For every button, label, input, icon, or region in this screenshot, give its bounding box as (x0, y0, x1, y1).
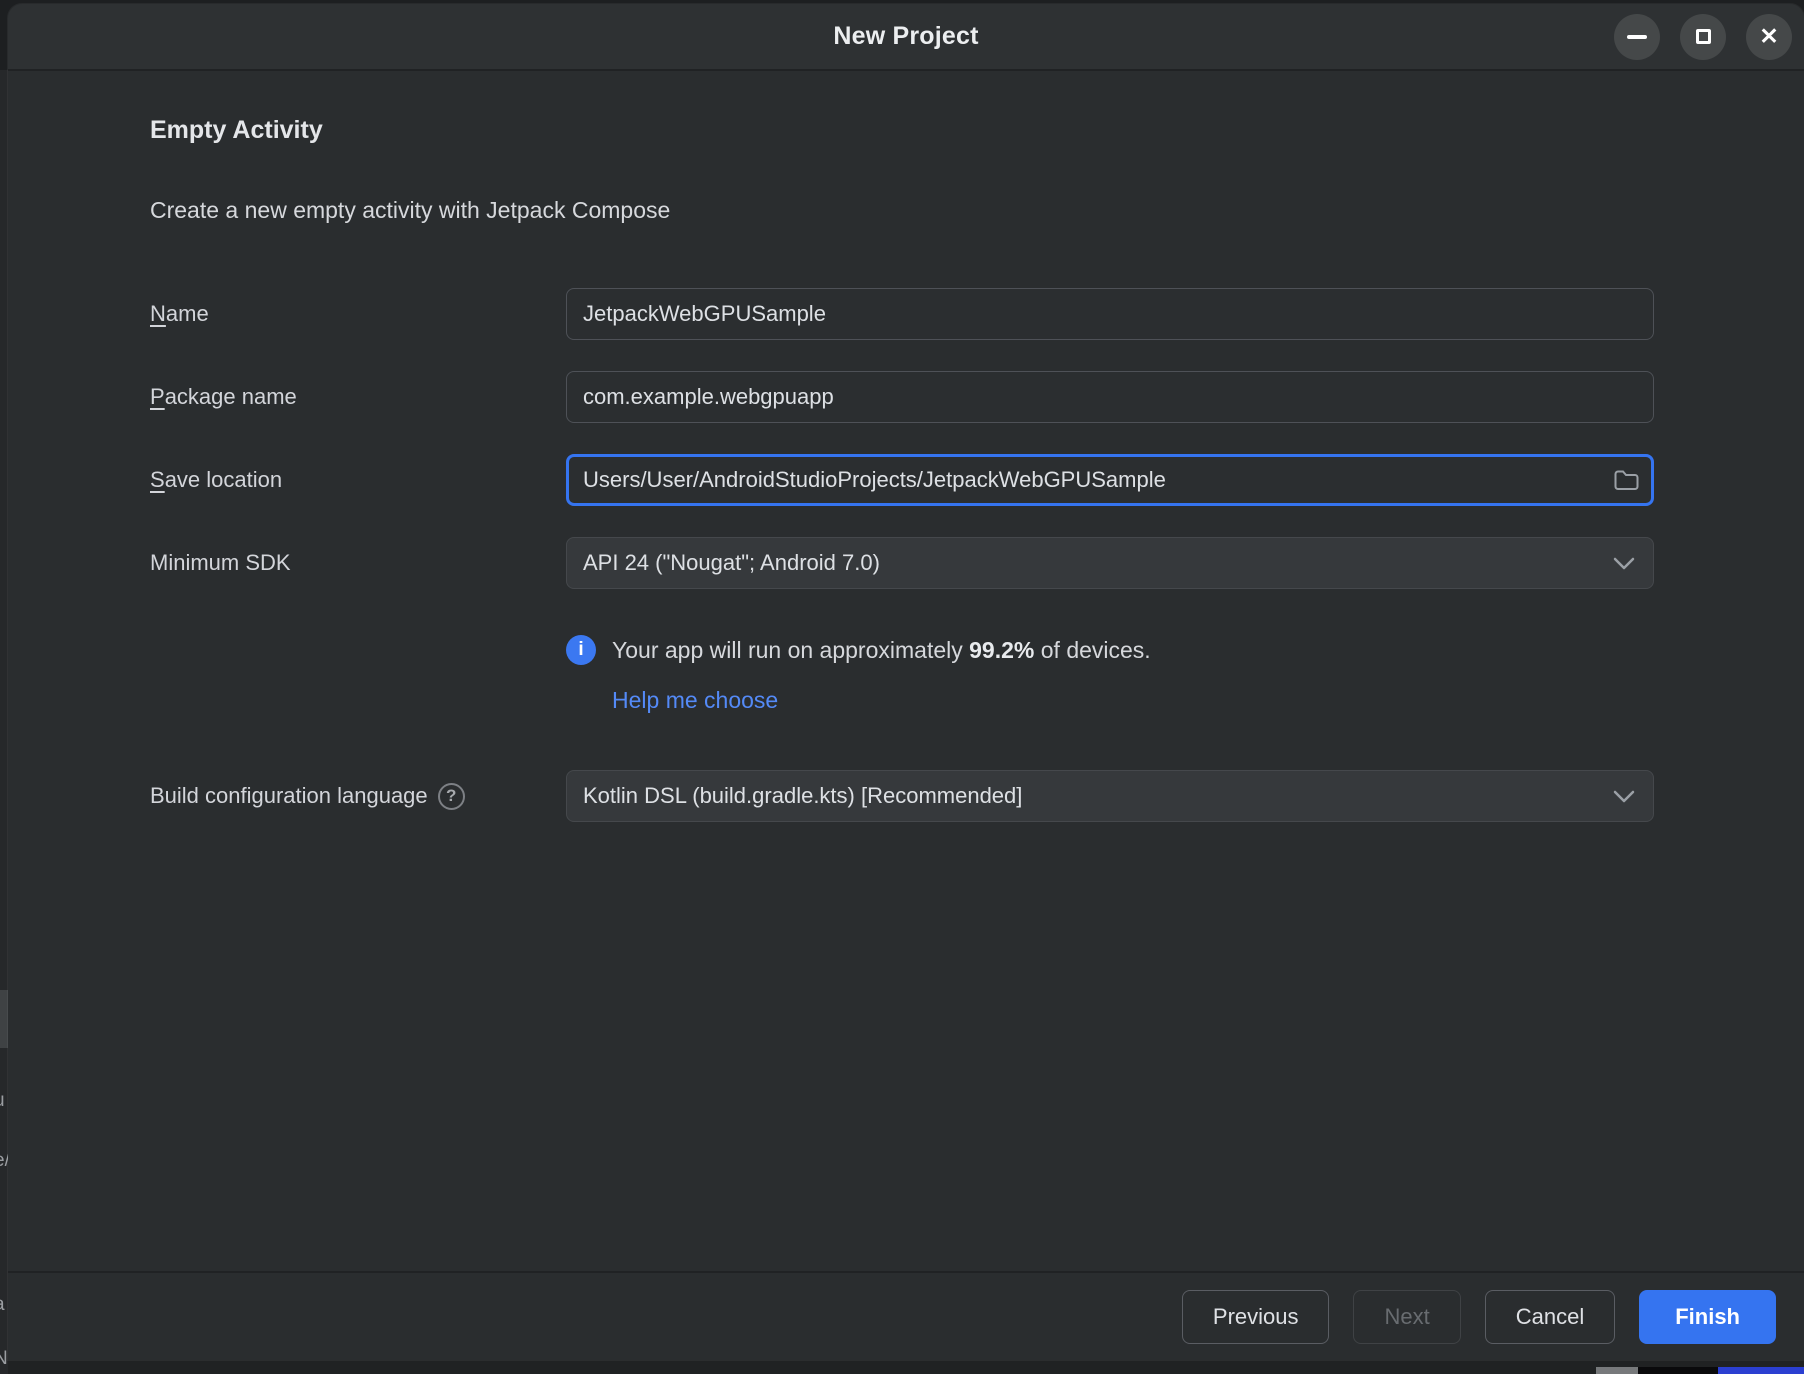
window-controls: ✕ (1614, 14, 1792, 60)
dialog-content: Empty Activity Create a new empty activi… (8, 71, 1804, 1271)
sdk-info-line: i Your app will run on approximately 99.… (566, 635, 1654, 665)
save-label-rest: ave location (165, 467, 282, 492)
background-fragment: u (0, 1090, 5, 1112)
new-project-dialog: New Project ✕ Empty Activity Create a ne… (8, 4, 1804, 1360)
background-fragment: a (0, 1294, 5, 1316)
finish-button[interactable]: Finish (1639, 1290, 1776, 1344)
background-fragment: e/ (0, 1150, 8, 1172)
previous-button[interactable]: Previous (1182, 1290, 1330, 1344)
dialog-footer: Previous Next Cancel Finish (8, 1271, 1804, 1360)
background-fragment (1638, 1367, 1718, 1374)
package-label-mnemonic: P (150, 384, 165, 409)
help-me-choose-link[interactable]: Help me choose (612, 687, 778, 714)
dialog-titlebar[interactable]: New Project ✕ (8, 4, 1804, 71)
background-fragment: N (0, 1348, 8, 1370)
maximize-icon (1696, 29, 1711, 44)
minimize-icon (1627, 35, 1647, 39)
save-location-row: Save location (150, 454, 1654, 506)
info-icon: i (566, 635, 596, 665)
close-button[interactable]: ✕ (1746, 14, 1792, 60)
sdk-info-suffix: of devices. (1034, 637, 1150, 663)
save-location-input[interactable] (566, 454, 1654, 506)
maximize-button[interactable] (1680, 14, 1726, 60)
sdk-info-percent: 99.2% (969, 637, 1034, 663)
dialog-title: New Project (833, 22, 978, 51)
browse-folder-button[interactable] (1613, 469, 1640, 492)
help-icon[interactable]: ? (438, 783, 465, 810)
background-scrollbar-fragment (0, 990, 8, 1048)
minsdk-dropdown[interactable]: API 24 ("Nougat"; Android 7.0) (566, 537, 1654, 589)
build-config-selected-value: Kotlin DSL (build.gradle.kts) [Recommend… (583, 783, 1613, 809)
save-location-label: Save location (150, 467, 566, 493)
package-field-cell (566, 371, 1654, 423)
package-label: Package name (150, 384, 566, 410)
close-icon: ✕ (1759, 25, 1778, 48)
save-location-field-cell (566, 454, 1654, 506)
package-input[interactable] (566, 371, 1654, 423)
minsdk-label: Minimum SDK (150, 550, 566, 576)
background-fragment (1718, 1367, 1804, 1374)
cancel-button[interactable]: Cancel (1485, 1290, 1615, 1344)
page-title: Empty Activity (150, 116, 1654, 145)
minimize-button[interactable] (1614, 14, 1660, 60)
name-label-mnemonic: N (150, 301, 166, 326)
sdk-info-text: Your app will run on approximately 99.2%… (612, 637, 1151, 664)
background-edge-strip: u e/ a N (0, 70, 8, 1374)
project-form: Name Package name Save location (150, 288, 1654, 589)
save-label-mnemonic: S (150, 467, 165, 492)
name-field-cell (566, 288, 1654, 340)
page-subtitle: Create a new empty activity with Jetpack… (150, 197, 1654, 224)
package-row: Package name (150, 371, 1654, 423)
sdk-info-prefix: Your app will run on approximately (612, 637, 969, 663)
chevron-down-icon (1613, 790, 1635, 803)
minsdk-selected-value: API 24 ("Nougat"; Android 7.0) (583, 550, 1613, 576)
background-fragment (1596, 1367, 1638, 1374)
name-label: Name (150, 301, 566, 327)
build-config-row: Build configuration language ? Kotlin DS… (150, 770, 1654, 822)
minsdk-field-cell: API 24 ("Nougat"; Android 7.0) (566, 537, 1654, 589)
minsdk-row: Minimum SDK API 24 ("Nougat"; Android 7.… (150, 537, 1654, 589)
sdk-info-block: i Your app will run on approximately 99.… (150, 635, 1654, 714)
name-label-rest: ame (166, 301, 209, 326)
name-row: Name (150, 288, 1654, 340)
build-config-field-cell: Kotlin DSL (build.gradle.kts) [Recommend… (566, 770, 1654, 822)
build-config-label: Build configuration language (150, 783, 428, 809)
name-input[interactable] (566, 288, 1654, 340)
background-bottom-strip (8, 1360, 1804, 1374)
next-button[interactable]: Next (1353, 1290, 1460, 1344)
package-label-rest: ackage name (165, 384, 297, 409)
folder-icon (1613, 469, 1640, 492)
chevron-down-icon (1613, 557, 1635, 570)
build-config-dropdown[interactable]: Kotlin DSL (build.gradle.kts) [Recommend… (566, 770, 1654, 822)
build-config-label-group: Build configuration language ? (150, 783, 566, 810)
